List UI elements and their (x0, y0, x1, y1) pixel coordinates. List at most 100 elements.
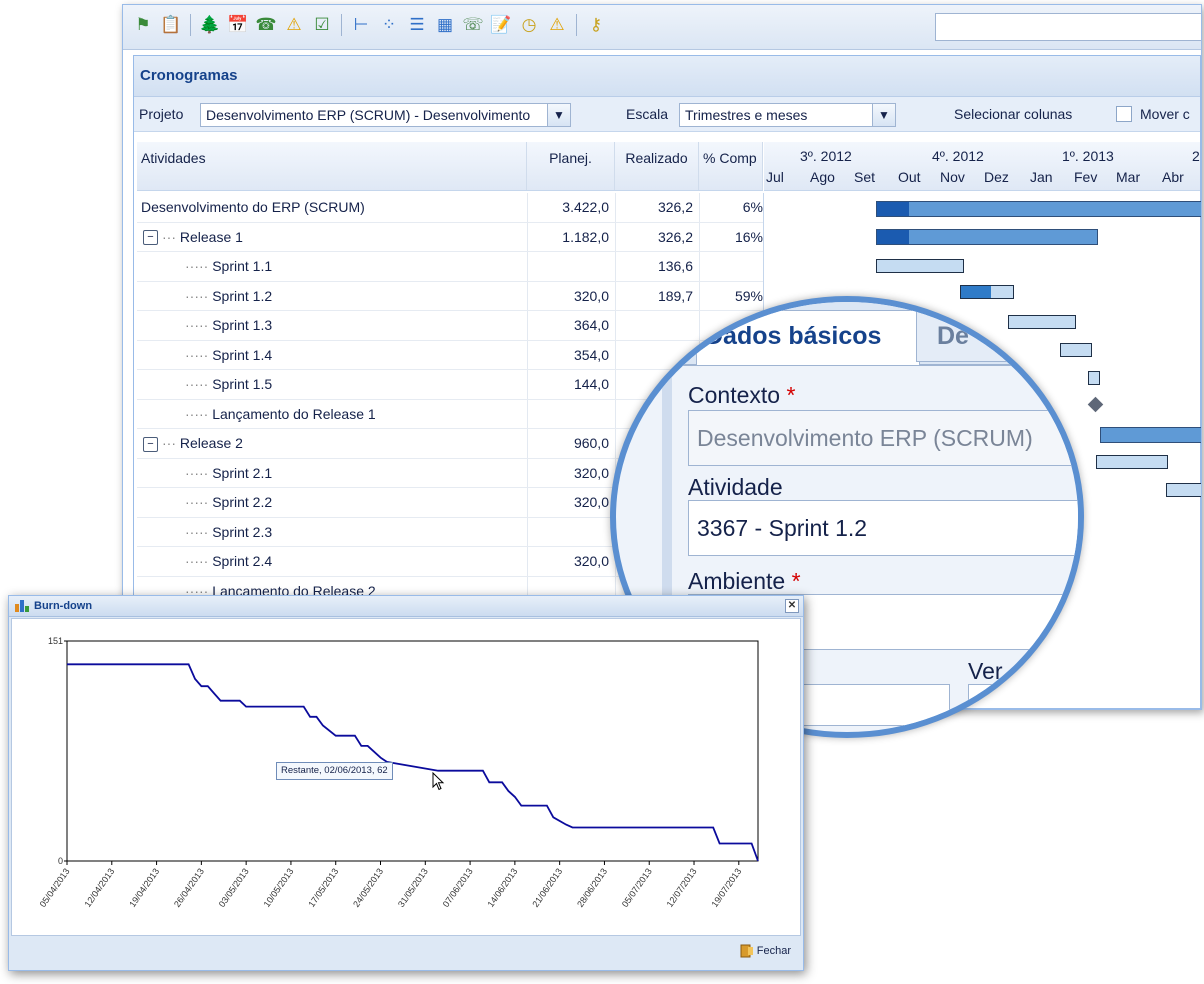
bar-chart-icon (15, 600, 29, 612)
selecionar-colunas-link[interactable]: Selecionar colunas (954, 106, 1072, 122)
x-tick-label: 05/07/2013 (620, 866, 654, 909)
col-atividades[interactable]: Atividades (137, 142, 527, 190)
gantt-summary-bar[interactable] (1100, 427, 1201, 443)
gantt-summary-bar[interactable] (876, 201, 1201, 217)
table-row[interactable]: ····· Sprint 1.1 136,6 (137, 252, 763, 282)
burndown-chart-area: 151 0 05/04/2013 12/04/2013 19/04/2013 26/04/… (11, 618, 801, 936)
gantt-milestone[interactable] (1087, 396, 1104, 413)
x-tick-label: 07/06/2013 (441, 866, 475, 909)
phone-icon[interactable]: ☏ (461, 13, 485, 37)
fechar-button[interactable]: Fechar (740, 944, 791, 958)
planej-value: 354,0 (573, 346, 609, 363)
activity-name: − ··· Release 2 (141, 429, 523, 457)
escala-value: Trimestres e meses (685, 107, 808, 123)
x-tick-label: 19/07/2013 (709, 866, 743, 909)
mouse-pointer-icon (432, 772, 445, 791)
activity-label: Sprint 1.4 (212, 346, 273, 363)
burndown-titlebar[interactable]: Burn-down ✕ (9, 596, 803, 617)
report-icon[interactable]: 📋 (159, 13, 183, 37)
atividade-field[interactable]: 3367 - Sprint 1.2 (688, 500, 1078, 556)
gantt-icon[interactable]: ⊢ (349, 13, 373, 37)
ver-label: Ver (968, 658, 1003, 684)
col-planej[interactable]: Planej. (527, 142, 615, 190)
contexto-field[interactable]: Desenvolvimento ERP (SCRUM) (688, 410, 1078, 466)
activity-name: ····· Sprint 1.4 (141, 341, 565, 369)
activity-label: Sprint 2.4 (212, 553, 273, 569)
clock-icon[interactable]: ◷ (517, 13, 541, 37)
tree-connector: ··· (162, 435, 180, 451)
x-tick-label: 12/04/2013 (82, 866, 116, 909)
month-label: Fev (1074, 169, 1098, 185)
door-exit-icon (740, 944, 753, 958)
projeto-combo[interactable]: Desenvolvimento ERP (SCRUM) - Desenvolvi… (200, 103, 571, 127)
warning-add-icon[interactable]: ⚠ (282, 13, 306, 37)
fechar-label: Fechar (756, 945, 791, 957)
tab-other[interactable]: De (916, 310, 1058, 362)
tree-connector: ····· (185, 494, 213, 510)
activity-label: Sprint 1.5 (212, 376, 273, 392)
chevron-down-icon[interactable]: ▼ (547, 104, 570, 126)
mover-label: Mover c (1140, 106, 1190, 122)
calendar-add-icon[interactable]: 📅 (226, 13, 250, 37)
tree-connector: ····· (185, 258, 213, 274)
tree-list-icon[interactable]: ☰ (405, 13, 429, 37)
clipboard-icon[interactable]: 📝 (489, 13, 513, 37)
escala-combo[interactable]: Trimestres e meses ▼ (679, 103, 896, 127)
planej-value: 320,0 (573, 287, 609, 304)
collapse-icon[interactable]: − (143, 230, 158, 246)
activity-name: ····· Sprint 1.5 (141, 370, 565, 398)
activity-name: ····· Sprint 1.1 (141, 252, 565, 280)
chevron-down-icon[interactable]: ▼ (872, 104, 895, 126)
activity-name: ····· Lançamento do Release 1 (141, 400, 565, 428)
gantt-task-bar[interactable] (1166, 483, 1201, 497)
phone-add-icon[interactable]: ☎ (254, 13, 278, 37)
gantt-task-bar[interactable] (1096, 455, 1168, 469)
checklist-add-icon[interactable]: ☑ (310, 13, 334, 37)
quarter-label: 1º. 2013 (1062, 148, 1114, 164)
x-tick-label: 19/04/2013 (127, 866, 161, 909)
x-tick-label: 12/07/2013 (665, 866, 699, 909)
calendar-icon[interactable]: ▦ (433, 13, 457, 37)
planej-value: 3.422,0 (562, 199, 609, 215)
planej-value: 320,0 (573, 553, 609, 569)
key-icon[interactable]: ⚷ (584, 13, 608, 37)
warning-icon[interactable]: ⚠ (545, 13, 569, 37)
close-icon[interactable]: ✕ (785, 599, 799, 613)
projeto-value: Desenvolvimento ERP (SCRUM) - Desenvolvi… (206, 107, 531, 123)
tab-dados-basicos[interactable]: Dados básicos (696, 310, 920, 365)
gantt-task-bar[interactable] (960, 285, 1014, 299)
planej-value: 144,0 (573, 376, 609, 392)
tree-connector: ····· (185, 376, 213, 392)
activity-name: ····· Sprint 1.3 (141, 311, 565, 339)
gantt-header: 3º. 2012 4º. 2012 1º. 2013 2 Jul Ago Set… (764, 142, 1200, 191)
gantt-task-bar[interactable] (1088, 371, 1100, 385)
scatter-icon[interactable]: ⁘ (377, 13, 401, 37)
ambiente-label: Ambiente * (688, 568, 801, 594)
tree-connector: ····· (185, 523, 213, 540)
flag-off-icon[interactable]: ⚑ (131, 13, 155, 37)
planej-value: 320,0 (573, 494, 609, 510)
col-pct[interactable]: % Comp (699, 142, 763, 190)
activity-name: Desenvolvimento do ERP (SCRUM) (141, 193, 521, 221)
realizado-value: 136,6 (657, 258, 693, 274)
month-label: Out (898, 169, 921, 185)
col-realizado[interactable]: Realizado (615, 142, 699, 190)
table-row[interactable]: − ··· Release 1 1.182,0 326,2 16% (137, 223, 763, 252)
realizado-value: 326,2 (657, 199, 693, 215)
contexto-label: Contexto * (688, 382, 796, 408)
gantt-summary-bar[interactable] (876, 229, 1098, 245)
month-label: Abr (1162, 169, 1184, 185)
activity-label: Release 1 (179, 228, 243, 245)
mover-checkbox[interactable] (1116, 106, 1132, 122)
table-row[interactable]: Desenvolvimento do ERP (SCRUM) 3.422,0 326… (137, 193, 763, 223)
x-tick-label: 14/06/2013 (485, 866, 519, 909)
ver-field[interactable] (968, 684, 1078, 726)
filter-bar: Projeto Desenvolvimento ERP (SCRUM) - De… (134, 97, 1200, 132)
activity-label: Desenvolvimento do ERP (SCRUM) (141, 199, 365, 215)
tree-connector: ····· (185, 317, 213, 333)
tree-add-icon[interactable]: 🌲 (198, 13, 222, 37)
toolbar-search-input[interactable] (935, 13, 1201, 41)
gantt-task-bar[interactable] (876, 259, 964, 273)
collapse-icon[interactable]: − (143, 436, 158, 452)
x-tick-label: 31/05/2013 (396, 866, 430, 909)
